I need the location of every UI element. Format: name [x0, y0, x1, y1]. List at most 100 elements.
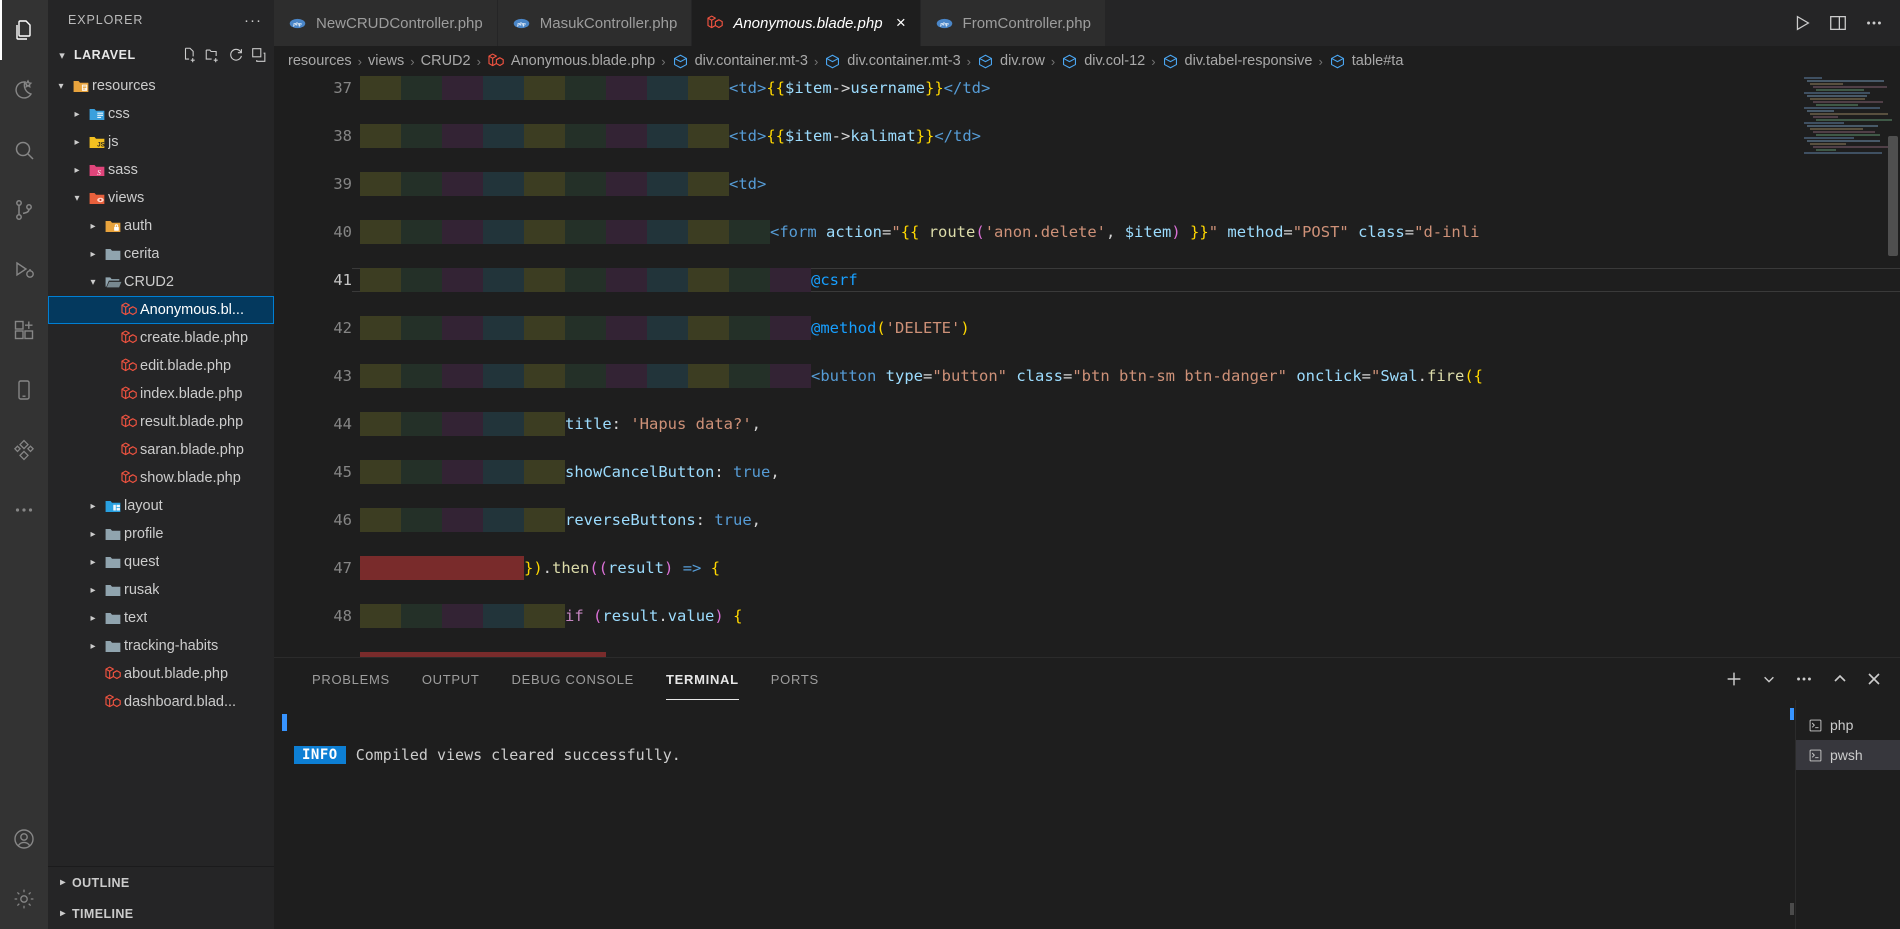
breadcrumb[interactable]: resources › views › CRUD2 › Anonymous.blade.p… [274, 46, 1900, 76]
panel-tab-list[interactable]: PROBLEMS OUTPUT DEBUG CONSOLE TERMINAL PORTS [296, 658, 835, 700]
panel-tab-terminal[interactable]: TERMINAL [650, 658, 755, 700]
terminal-list-item-php[interactable]: php [1796, 710, 1900, 740]
activitybar-extensions[interactable] [0, 300, 48, 360]
tree-folder-resources[interactable]: ▾ resources [48, 72, 274, 100]
activitybar-database[interactable] [0, 420, 48, 480]
sidebar-item-outline[interactable]: ▸ OUTLINE [48, 867, 274, 898]
code-editor[interactable]: 37 <td>{{$item->username}}</td> 38 <td>{{$i… [274, 76, 1900, 657]
minimap[interactable] [1800, 76, 1893, 657]
activitybar-search[interactable] [0, 120, 48, 180]
activitybar-remote[interactable] [0, 360, 48, 420]
code-line[interactable]: 47}).then((result) => { [274, 556, 1900, 580]
chevron-up-icon[interactable] [1832, 671, 1848, 687]
breadcrumb-item-7[interactable]: div.col-12 [1057, 53, 1149, 70]
activitybar-source-control-graph[interactable] [0, 60, 48, 120]
tree-folder-auth[interactable]: ▸ auth [48, 212, 274, 240]
code-text[interactable]: }).then((result) => { [524, 556, 720, 580]
code-text[interactable]: reverseButtons: true, [565, 508, 761, 532]
terminal-output[interactable]: INFO Compiled views cleared successfully… [274, 700, 1796, 929]
code-lines[interactable]: 37 <td>{{$item->username}}</td> 38 <td>{{$i… [274, 76, 1900, 657]
code-text[interactable]: <td>{{$item->username}}</td> [729, 76, 990, 100]
project-root-header[interactable]: ▾ LARAVEL [48, 40, 274, 70]
code-text[interactable]: @csrf [811, 268, 858, 292]
breadcrumb-item-4[interactable]: div.container.mt-3 [668, 53, 812, 70]
activitybar-source-control[interactable] [0, 180, 48, 240]
tree-folder-js[interactable]: ▸ JS js [48, 128, 274, 156]
editor-scrollbar[interactable] [1886, 76, 1900, 657]
code-text[interactable]: @method('DELETE') [811, 316, 970, 340]
code-line[interactable]: 38 <td>{{$item->kalimat}}</td> [274, 124, 1900, 148]
code-text[interactable]: <button type="button" class="btn btn-sm … [811, 364, 1483, 388]
code-text[interactable]: <td>{{$item->kalimat}}</td> [729, 124, 981, 148]
tree-file-create-blade-php[interactable]: create.blade.php [48, 324, 274, 352]
sidebar-item-timeline[interactable]: ▸ TIMELINE [48, 898, 274, 929]
activitybar-accounts[interactable] [0, 809, 48, 869]
breadcrumb-item-6[interactable]: div.row [973, 53, 1049, 70]
tree-folder-css[interactable]: ▸ css [48, 100, 274, 128]
tree-file-show-blade-php[interactable]: show.blade.php [48, 464, 274, 492]
editor-tab-masukcontroller-php[interactable]: php MasukController.php [497, 0, 693, 46]
add-terminal-icon[interactable] [1724, 669, 1744, 689]
close-icon[interactable]: × [896, 13, 906, 33]
more-actions-icon[interactable] [1864, 13, 1884, 33]
tree-file-index-blade-php[interactable]: index.blade.php [48, 380, 274, 408]
more-actions-icon[interactable] [1794, 669, 1814, 689]
editor-tab-newcrudcontroller-php[interactable]: php NewCRUDController.php [274, 0, 498, 46]
breadcrumb-item-9[interactable]: table#ta [1325, 53, 1408, 70]
code-text[interactable]: this.form.submit(); [606, 652, 783, 657]
panel-tab-debug-console[interactable]: DEBUG CONSOLE [496, 658, 651, 700]
editor-tab-fromcontroller-php[interactable]: php FromController.php [920, 0, 1106, 46]
panel-tab-problems[interactable]: PROBLEMS [296, 658, 406, 700]
code-line[interactable]: 49 this.form.submit(); [274, 652, 1900, 657]
code-text[interactable]: title: 'Hapus data?', [565, 412, 761, 436]
split-editor-icon[interactable] [1828, 13, 1848, 33]
code-line[interactable]: 48 if (result.value) { [274, 604, 1900, 628]
tree-folder-rusak[interactable]: ▸ rusak [48, 576, 274, 604]
file-tree[interactable]: ▾ resources ▸ css ▸ JS js ▸ Ssass ▾ views ▸ auth ▸ cer… [48, 70, 274, 866]
panel-tab-ports[interactable]: PORTS [755, 658, 835, 700]
breadcrumb-item-8[interactable]: div.tabel-responsive [1158, 53, 1317, 70]
tree-folder-sass[interactable]: ▸ Ssass [48, 156, 274, 184]
tree-folder-text[interactable]: ▸ text [48, 604, 274, 632]
code-line[interactable]: 40 <form action="{{ route('anon.delete', … [274, 220, 1900, 244]
code-text[interactable]: showCancelButton: true, [565, 460, 780, 484]
breadcrumb-item-5[interactable]: div.container.mt-3 [820, 53, 964, 70]
tree-file-edit-blade-php[interactable]: edit.blade.php [48, 352, 274, 380]
scrollbar-thumb[interactable] [1888, 136, 1898, 256]
code-line[interactable]: 45 showCancelButton: true, [274, 460, 1900, 484]
editor-tab-anonymous-blade-php[interactable]: Anonymous.blade.php × [692, 0, 921, 46]
tree-folder-tracking-habits[interactable]: ▸ tracking-habits [48, 632, 274, 660]
new-file-icon[interactable] [181, 46, 199, 64]
breadcrumb-item-1[interactable]: views [364, 53, 408, 69]
code-line[interactable]: 41 @csrf [274, 268, 1900, 292]
code-line[interactable]: 44 title: 'Hapus data?', [274, 412, 1900, 436]
code-line[interactable]: 42 @method('DELETE') [274, 316, 1900, 340]
sidebar-more-actions[interactable]: ··· [244, 12, 262, 29]
tree-file-about-blade-php[interactable]: about.blade.php [48, 660, 274, 688]
tree-folder-views[interactable]: ▾ views [48, 184, 274, 212]
code-line[interactable]: 46 reverseButtons: true, [274, 508, 1900, 532]
tree-file-dashboard-blad-[interactable]: dashboard.blad... [48, 688, 274, 716]
breadcrumb-item-3[interactable]: Anonymous.blade.php [483, 52, 659, 70]
code-text[interactable]: if (result.value) { [565, 604, 742, 628]
tree-file-saran-blade-php[interactable]: saran.blade.php [48, 436, 274, 464]
breadcrumb-item-2[interactable]: CRUD2 [417, 53, 475, 69]
tree-folder-layout[interactable]: ▸ layout [48, 492, 274, 520]
breadcrumb-item-0[interactable]: resources [284, 53, 356, 69]
code-text[interactable]: <td> [729, 172, 766, 196]
terminal-scrollbar[interactable] [1790, 903, 1794, 915]
tree-folder-profile[interactable]: ▸ profile [48, 520, 274, 548]
run-icon[interactable] [1792, 13, 1812, 33]
collapse-all-icon[interactable] [250, 46, 268, 64]
activitybar-settings[interactable] [0, 869, 48, 929]
chevron-down-icon[interactable] [1762, 672, 1776, 686]
tree-file-result-blade-php[interactable]: result.blade.php [48, 408, 274, 436]
tree-folder-quest[interactable]: ▸ quest [48, 548, 274, 576]
code-text[interactable]: <form action="{{ route('anon.delete', $i… [770, 220, 1479, 244]
activitybar-more[interactable] [0, 480, 48, 540]
terminal-list-item-pwsh[interactable]: pwsh [1796, 740, 1900, 770]
terminal-list[interactable]: php pwsh [1796, 700, 1900, 929]
tree-folder-cerita[interactable]: ▸ cerita [48, 240, 274, 268]
panel-tab-output[interactable]: OUTPUT [406, 658, 496, 700]
code-line[interactable]: 39 <td> [274, 172, 1900, 196]
